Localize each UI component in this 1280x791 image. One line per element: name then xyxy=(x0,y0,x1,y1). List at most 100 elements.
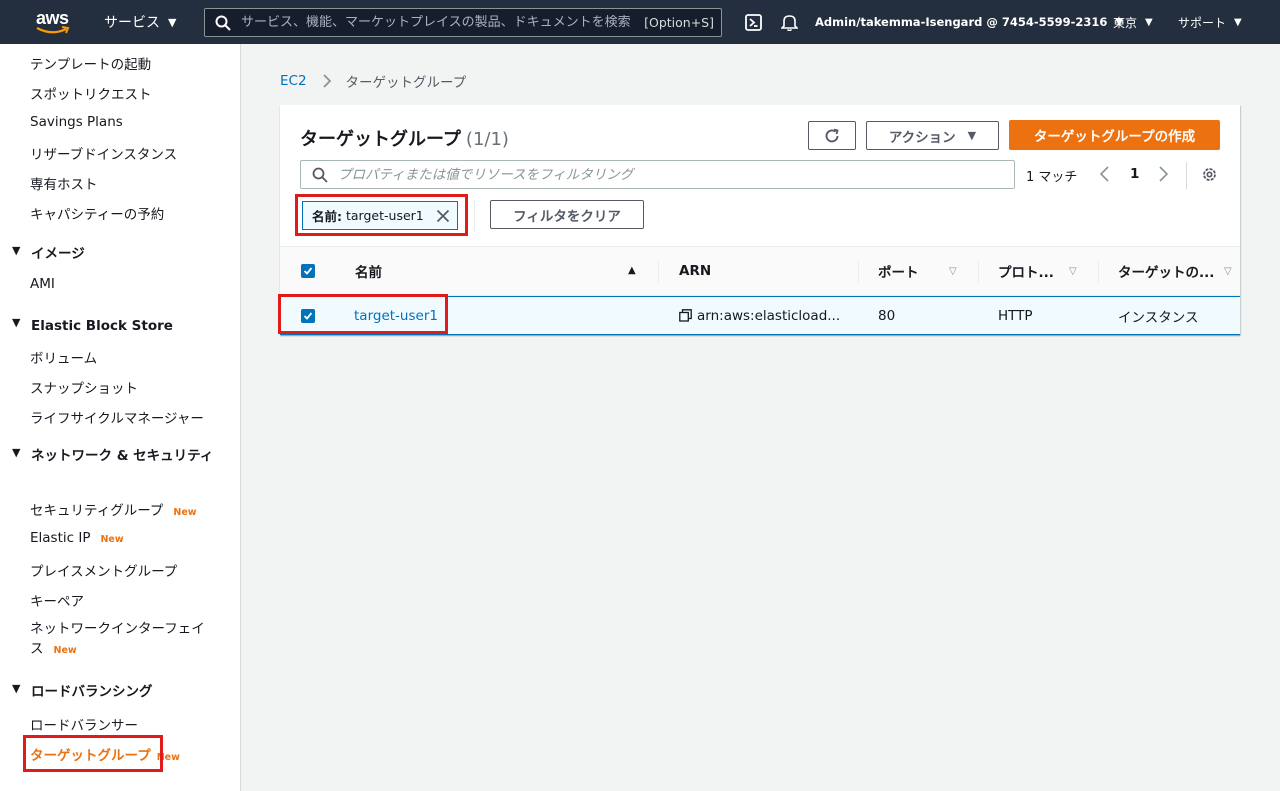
copy-icon[interactable] xyxy=(679,309,692,322)
table-header: 名前 ▲ ARN ポート ▽ プロト... ▽ ターゲットの... ▽ xyxy=(280,246,1240,296)
sidebar-section-ebs[interactable]: ▼ Elastic Block Store xyxy=(12,316,221,336)
column-header-protocol[interactable]: プロト... xyxy=(998,247,1054,295)
sidebar-item-savings-plans[interactable]: Savings Plans xyxy=(30,114,123,130)
column-divider xyxy=(1098,261,1099,283)
account-menu[interactable]: Admin/takemma-Isengard @ 7454-5599-2316 … xyxy=(815,0,1123,44)
caret-down-icon: ▼ xyxy=(1145,16,1153,28)
panel-title-count: (1/1) xyxy=(465,129,509,150)
sidebar-item-launch-templates[interactable]: テンプレートの起動 xyxy=(30,53,151,73)
column-divider xyxy=(658,261,659,283)
search-shortcut-hint: [Option+S] xyxy=(644,15,714,30)
sidebar-item-volumes[interactable]: ボリューム xyxy=(30,347,97,367)
column-header-port[interactable]: ポート xyxy=(878,247,919,295)
global-search-input[interactable] xyxy=(241,15,645,30)
search-icon xyxy=(215,15,231,31)
cell-target-type: インスタンス xyxy=(1118,309,1199,326)
sidebar-item-load-balancers[interactable]: ロードバランサー xyxy=(30,714,138,734)
new-badge: New xyxy=(100,534,124,545)
aws-logo[interactable]: aws xyxy=(36,9,72,35)
sidebar-item-capacity-reservations[interactable]: キャパシティーの予約 xyxy=(30,203,164,223)
arn-value: arn:aws:elasticload... xyxy=(697,307,841,324)
filter-input[interactable] xyxy=(338,166,1014,183)
panel-title-text: ターゲットグループ xyxy=(300,129,461,150)
column-header-arn[interactable]: ARN xyxy=(679,247,711,295)
chevron-right-icon[interactable] xyxy=(1156,166,1170,182)
top-navigation: aws サービス ▼ [Option+S] Admin/takemma-Isen… xyxy=(0,0,1280,44)
page-title: ターゲットグループ (1/1) xyxy=(300,125,509,151)
sidebar-section-label: ネットワーク & セキュリティ xyxy=(31,448,214,464)
sidebar-item-spot-requests[interactable]: スポットリクエスト xyxy=(30,83,152,103)
support-menu[interactable]: サポート ▼ xyxy=(1178,0,1242,44)
cloudshell-icon[interactable] xyxy=(745,14,762,31)
refresh-button[interactable] xyxy=(808,121,856,150)
region-menu[interactable]: 東京 ▼ xyxy=(1113,0,1153,44)
aws-logo-text: aws xyxy=(36,8,69,28)
gear-icon[interactable] xyxy=(1201,166,1218,183)
select-all-checkbox[interactable] xyxy=(301,247,315,295)
divider xyxy=(1186,162,1187,189)
sidebar-item-lifecycle-manager[interactable]: ライフサイクルマネージャー xyxy=(30,407,204,427)
sidebar-item-elastic-ip[interactable]: Elastic IP New xyxy=(30,530,124,546)
sidebar-section-images[interactable]: ▼ イメージ xyxy=(12,244,221,264)
sidebar-item-placement-groups[interactable]: プレイスメントグループ xyxy=(30,560,177,580)
clear-filters-button[interactable]: フィルタをクリア xyxy=(490,200,644,229)
region-label: 東京 xyxy=(1113,15,1138,30)
caret-down-icon: ▼ xyxy=(1234,16,1242,28)
sidebar-section-label: ロードバランシング xyxy=(31,684,153,700)
sidebar-item-security-groups[interactable]: セキュリティグループ New xyxy=(30,499,197,519)
cell-arn: arn:aws:elasticload... xyxy=(679,297,840,334)
breadcrumb-current: ターゲットグループ xyxy=(345,75,467,91)
services-label: サービス xyxy=(104,15,160,31)
sidebar-item-network-interfaces[interactable]: ネットワークインターフェイス New xyxy=(30,619,216,661)
triangle-down-icon: ▼ xyxy=(12,682,21,695)
create-target-group-button[interactable]: ターゲットグループの作成 xyxy=(1009,120,1220,150)
triangle-down-icon: ▼ xyxy=(12,244,21,257)
sidebar-item-reserved-instances[interactable]: リザーブドインスタンス xyxy=(30,143,177,163)
breadcrumb-ec2-link[interactable]: EC2 xyxy=(280,73,307,89)
highlight-box xyxy=(278,294,448,334)
sidebar-section-network-security[interactable]: ▼ ネットワーク & セキュリティ xyxy=(12,446,221,466)
sort-ascending-icon[interactable]: ▲ xyxy=(628,265,636,276)
new-badge: New xyxy=(53,645,77,656)
caret-down-icon: ▼ xyxy=(168,15,177,29)
chevron-left-icon[interactable] xyxy=(1098,166,1112,182)
cell-protocol: HTTP xyxy=(998,307,1033,324)
divider xyxy=(474,199,475,231)
account-label: Admin/takemma-Isengard @ 7454-5599-2316 xyxy=(815,15,1108,29)
highlight-box xyxy=(23,735,163,772)
filter-bar[interactable] xyxy=(300,160,1015,189)
sidebar-item-snapshots[interactable]: スナップショット xyxy=(30,377,138,397)
caret-down-icon: ▼ xyxy=(967,129,977,142)
sort-icon[interactable]: ▽ xyxy=(1069,266,1077,277)
sidebar-item-dedicated-hosts[interactable]: 専有ホスト xyxy=(30,173,98,193)
bell-icon[interactable] xyxy=(781,13,798,31)
current-page-number[interactable]: 1 xyxy=(1130,166,1139,182)
refresh-icon xyxy=(825,128,839,142)
sidebar-section-label: Elastic Block Store xyxy=(31,318,173,334)
match-count: 1 マッチ xyxy=(1026,170,1078,185)
sort-icon[interactable]: ▽ xyxy=(1224,266,1232,277)
sidebar-section-load-balancing[interactable]: ▼ ロードバランシング xyxy=(12,682,221,702)
checkbox-checked[interactable] xyxy=(301,264,315,278)
sidebar-item-ami[interactable]: AMI xyxy=(30,276,55,292)
highlight-box xyxy=(295,194,468,236)
column-header-target-type[interactable]: ターゲットの... xyxy=(1118,247,1214,295)
sidebar-item-label: Elastic IP xyxy=(30,530,91,546)
column-header-name[interactable]: 名前 xyxy=(355,247,382,295)
aws-smile-icon xyxy=(36,26,70,34)
sidebar-section-label: イメージ xyxy=(31,246,85,262)
chevron-right-icon xyxy=(322,74,331,88)
services-menu[interactable]: サービス ▼ xyxy=(104,0,176,44)
target-groups-panel: ターゲットグループ(1/1) アクション ▼ ターゲットグループの作成 1 マッ… xyxy=(278,105,1240,335)
column-divider xyxy=(978,261,979,283)
check-icon xyxy=(303,267,313,275)
sidebar-item-label: セキュリティグループ xyxy=(30,503,164,519)
column-divider xyxy=(858,261,859,283)
breadcrumb: EC2 ターゲットグループ xyxy=(280,71,466,91)
sort-icon[interactable]: ▽ xyxy=(949,266,957,277)
actions-button[interactable]: アクション ▼ xyxy=(866,121,999,150)
sidebar-item-key-pairs[interactable]: キーペア xyxy=(30,590,84,610)
global-search[interactable]: [Option+S] xyxy=(204,8,722,37)
triangle-down-icon: ▼ xyxy=(12,316,21,329)
new-badge: New xyxy=(173,507,197,518)
